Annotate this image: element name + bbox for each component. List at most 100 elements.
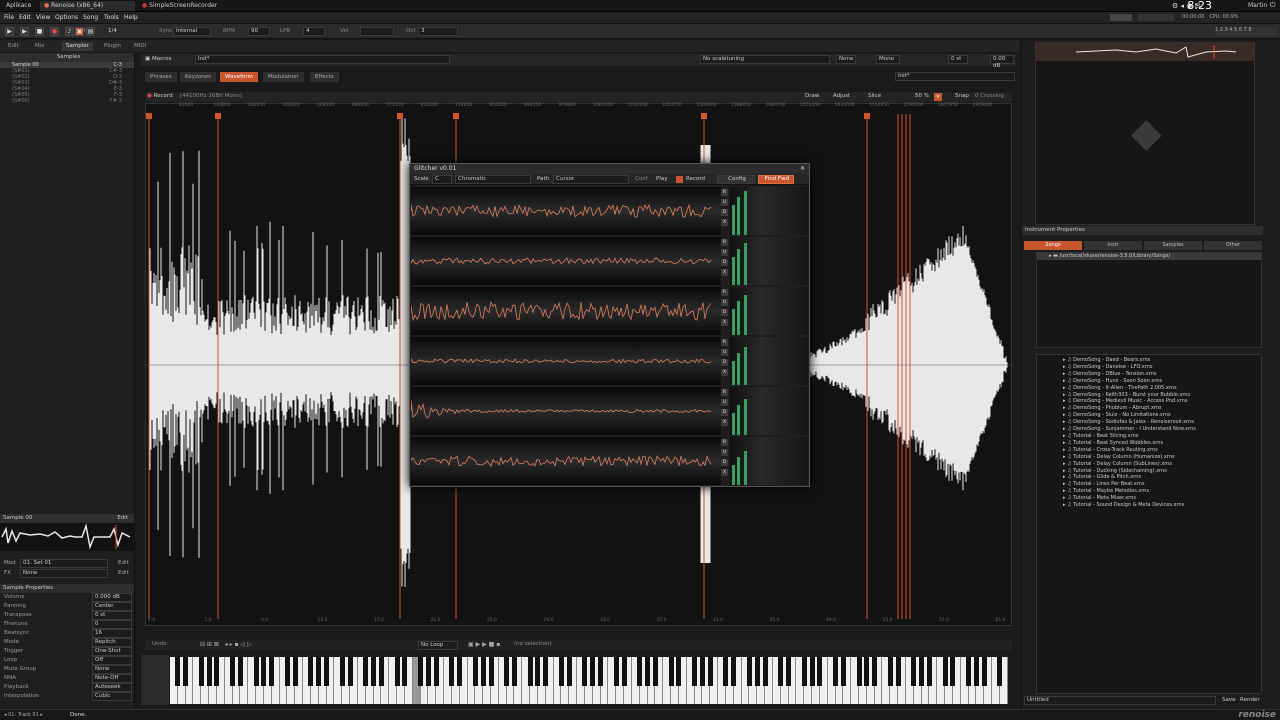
slice-marker-handle[interactable] <box>215 113 221 119</box>
loop-mode-select[interactable]: No Loop <box>418 641 458 650</box>
slice-marker-handle[interactable] <box>864 113 870 119</box>
black-key[interactable] <box>535 657 541 686</box>
black-key[interactable] <box>378 657 384 686</box>
save-button[interactable]: Save <box>1222 696 1236 705</box>
sample-slot-6[interactable]: (S#06) F#-3 <box>0 98 134 104</box>
black-key[interactable] <box>872 657 878 686</box>
record-checkbox[interactable] <box>676 176 683 183</box>
track-u-button[interactable]: U <box>721 349 728 356</box>
preview-edit-button[interactable]: Edit <box>117 514 128 523</box>
song-file-item[interactable]: ▸ ♫ Tutorial - Beat Slicing.xrns <box>1037 433 1261 440</box>
black-key[interactable] <box>206 657 212 686</box>
track-r-button[interactable]: R <box>721 239 728 246</box>
folder-tree[interactable]: ▸ ▬ /usr/local/share/renoise-3.5.0/Libra… <box>1036 252 1262 348</box>
black-key[interactable] <box>253 657 259 686</box>
song-file-item[interactable]: ▸ ♫ DemoSong - Medievil Music - Access P… <box>1037 398 1261 405</box>
song-file-item[interactable]: ▸ ♫ DemoSong - Hunz - Soon Soon.xrns <box>1037 378 1261 385</box>
mod-edit-button[interactable]: Edit <box>118 559 129 568</box>
instrument-select[interactable]: Init* <box>195 55 450 64</box>
black-key[interactable] <box>895 657 901 686</box>
song-file-item[interactable]: ▸ ♫ DemoSong - DBlue - Tension.xrns <box>1037 371 1261 378</box>
track-r-button[interactable]: R <box>721 389 728 396</box>
black-key[interactable] <box>449 657 455 686</box>
black-key[interactable] <box>558 657 564 686</box>
track-d-button[interactable]: D <box>721 459 728 466</box>
black-key[interactable] <box>504 657 510 686</box>
track-d-button[interactable]: D <box>721 309 728 316</box>
black-key[interactable] <box>402 657 408 686</box>
black-key[interactable] <box>324 657 330 686</box>
song-file-item[interactable]: ▸ ♫ DemoSong - Daed - Bears.xrns <box>1037 357 1261 364</box>
black-key[interactable] <box>840 657 846 686</box>
song-file-item[interactable]: ▸ ♫ Tutorial - Delay Column (SubLines).x… <box>1037 461 1261 468</box>
track-d-button[interactable]: D <box>721 259 728 266</box>
black-key[interactable] <box>966 657 972 686</box>
folder-path[interactable]: ▸ ▬ /usr/local/share/renoise-3.5.0/Libra… <box>1037 253 1261 260</box>
black-key[interactable] <box>316 657 322 686</box>
black-key[interactable] <box>676 657 682 686</box>
black-key[interactable] <box>911 657 917 686</box>
track-d-button[interactable]: D <box>721 209 728 216</box>
browser-tab-other[interactable]: Other <box>1204 241 1262 250</box>
property-value[interactable]: 0 st <box>92 611 132 620</box>
octave-field[interactable]: 3 <box>418 27 458 36</box>
keyzone-mode-select[interactable]: None <box>836 55 856 64</box>
track-r-button[interactable]: R <box>721 289 728 296</box>
song-file-item[interactable]: ▸ ♫ DemoSong - Danoise - LFO.xrns <box>1037 364 1261 371</box>
black-key[interactable] <box>488 657 494 686</box>
property-value[interactable]: 0.000 dB <box>92 593 132 602</box>
black-key[interactable] <box>621 657 627 686</box>
black-key[interactable] <box>269 657 275 686</box>
black-key[interactable] <box>566 657 572 686</box>
black-key[interactable] <box>433 657 439 686</box>
track-u-button[interactable]: U <box>721 449 728 456</box>
track-u-button[interactable]: U <box>721 399 728 406</box>
track-x-button[interactable]: X <box>721 369 728 376</box>
black-key[interactable] <box>833 657 839 686</box>
property-value[interactable]: Cubic <box>92 692 132 701</box>
track-x-button[interactable]: X <box>721 469 728 476</box>
track-d-button[interactable]: D <box>721 409 728 416</box>
tab-edit[interactable]: Edit <box>4 42 23 51</box>
tab-plugin[interactable]: Plugin <box>100 42 125 51</box>
song-file-item[interactable]: ▸ ♫ Tutorial - Maybe Melodies.xrns <box>1037 488 1261 495</box>
black-key[interactable] <box>183 657 189 686</box>
scale-key-select[interactable]: C <box>432 175 452 184</box>
snap-toggle[interactable]: Snap <box>955 92 969 101</box>
track-r-button[interactable]: R <box>721 339 728 346</box>
power-icon[interactable]: ⏻ <box>1270 1 1276 10</box>
black-key[interactable] <box>652 657 658 686</box>
find-fwd-button[interactable]: Find Fwd <box>758 175 794 184</box>
slice-button[interactable]: Slice <box>868 92 881 101</box>
menu-view[interactable]: View <box>36 13 50 23</box>
black-key[interactable] <box>261 657 267 686</box>
glitch-track[interactable] <box>410 237 721 285</box>
black-key[interactable] <box>754 657 760 686</box>
config-button[interactable]: Config <box>717 175 755 184</box>
song-file-item[interactable]: ▸ ♫ Tutorial - Sound Design & Meta Devic… <box>1037 502 1261 509</box>
track-x-button[interactable]: X <box>721 269 728 276</box>
slice-marker-handle[interactable] <box>453 113 459 119</box>
property-value[interactable]: One-Shot <box>92 647 132 656</box>
song-file-item[interactable]: ▸ ♫ DemoSong - Keith303 - Burst your Bub… <box>1037 392 1261 399</box>
black-key[interactable] <box>371 657 377 686</box>
undo-button[interactable]: Undo <box>152 640 166 649</box>
black-key[interactable] <box>230 657 236 686</box>
glitch-track[interactable] <box>410 187 721 235</box>
black-key[interactable] <box>363 657 369 686</box>
black-key[interactable] <box>746 657 752 686</box>
track-x-button[interactable]: X <box>721 419 728 426</box>
song-file-item[interactable]: ▸ ♫ Tutorial - Ducking (Sidechaining).xr… <box>1037 468 1261 475</box>
black-key[interactable] <box>973 657 979 686</box>
subtab-effects[interactable]: Effects <box>310 72 339 82</box>
black-key[interactable] <box>731 657 737 686</box>
bpm-field[interactable]: 90 <box>248 27 270 36</box>
lpb-field[interactable]: 4 <box>303 27 325 36</box>
black-key[interactable] <box>699 657 705 686</box>
adjust-button[interactable]: Adjust <box>833 92 850 101</box>
menu-tools[interactable]: Tools <box>104 13 119 23</box>
black-key[interactable] <box>214 657 220 686</box>
velocity-field[interactable] <box>360 27 394 36</box>
instrument-list[interactable]: ◆ <box>1035 42 1255 225</box>
record-button[interactable]: ● <box>50 27 59 36</box>
